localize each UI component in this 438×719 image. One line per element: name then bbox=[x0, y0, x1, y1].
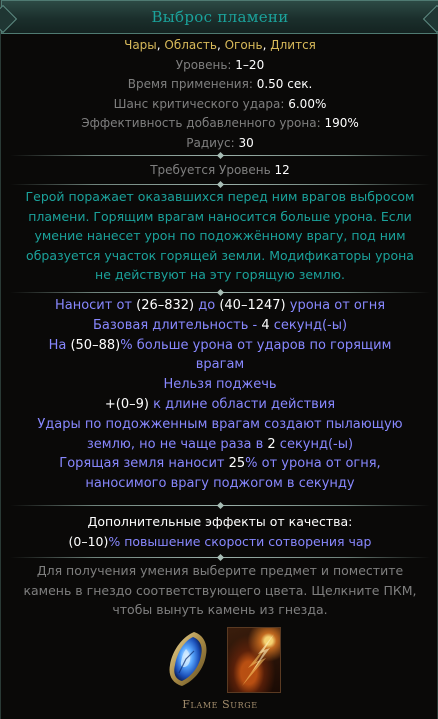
skill-name-label: Flame Surge bbox=[182, 698, 258, 711]
tag-fire: Огонь bbox=[224, 38, 263, 52]
item-tooltip: Выброс пламени Чары, Область, Огонь, Дли… bbox=[0, 0, 438, 719]
property-crit-chance: Шанс критического удара: 6.00% bbox=[113, 96, 327, 111]
mod-burning-ground: Удары по подожженным врагам создают пыла… bbox=[37, 416, 403, 432]
separator bbox=[1, 501, 438, 509]
property-effectiveness: Эффективность добавленного урона: 190% bbox=[81, 116, 359, 130]
separator bbox=[1, 288, 438, 296]
mod-ground-damage: Горящая земля наносит 25% от урона от ог… bbox=[59, 456, 381, 472]
quality-section: Дополнительные эффекты от качества: (0–1… bbox=[1, 512, 438, 552]
mod-base-duration: Базовая длительность - 4 секунд(-ы) bbox=[92, 317, 348, 333]
tag-duration: Длится bbox=[270, 38, 316, 52]
quality-label: Дополнительные эффекты от качества: bbox=[87, 514, 353, 529]
help-text: Для получения умения выберите предмет и … bbox=[23, 563, 417, 617]
mod-fire-damage: Наносит от (26–832) до (40–1247) урона о… bbox=[54, 298, 386, 313]
property-cast-time: Время применения: 0.50 сек. bbox=[127, 77, 313, 91]
header-left-ornament bbox=[0, 4, 18, 34]
mod-ground-damage-cont: наносимого врагу поджогом в секунду bbox=[85, 476, 355, 492]
mod-more-damage-burning: На (50–88)% больше урона от ударов по го… bbox=[48, 337, 392, 353]
skill-modifiers: Наносит от (26–832) до (40–1247) урона о… bbox=[1, 296, 438, 494]
separator bbox=[1, 151, 438, 159]
mod-more-damage-burning-cont: врагам bbox=[195, 357, 245, 373]
skill-tags: Чары, Область, Огонь, Длится bbox=[124, 38, 316, 52]
requirements-section: Требуется Уровень 12 bbox=[1, 161, 438, 181]
tag-spell: Чары bbox=[124, 38, 157, 52]
skill-description: Герой поражает оказавшихся перед ним вра… bbox=[25, 189, 415, 283]
mod-cannot-ignite: Нельзя поджечь bbox=[163, 377, 277, 393]
requirement-level: Требуется Уровень 12 bbox=[150, 163, 290, 177]
separator bbox=[1, 553, 438, 561]
tag-area: Область bbox=[164, 38, 217, 52]
property-level: Уровень: 1–20 bbox=[175, 57, 265, 72]
flame-surge-skill-icon bbox=[227, 627, 281, 693]
tooltip-header: Выброс пламени bbox=[0, 0, 438, 34]
properties-section: Чары, Область, Огонь, Длится Уровень: 1–… bbox=[1, 36, 438, 153]
quality-modifier: (0–10)% повышение скорости сотворения ча… bbox=[68, 534, 372, 549]
blue-skill-gem-icon bbox=[164, 629, 212, 689]
mod-burning-ground-cont: землю, но не чаще раза в 2 секунд(-ы) bbox=[86, 436, 354, 452]
mod-area-length: +(0–9) к длине области действия bbox=[104, 396, 336, 412]
header-right-ornament bbox=[422, 4, 438, 34]
skill-title: Выброс пламени bbox=[151, 8, 289, 26]
